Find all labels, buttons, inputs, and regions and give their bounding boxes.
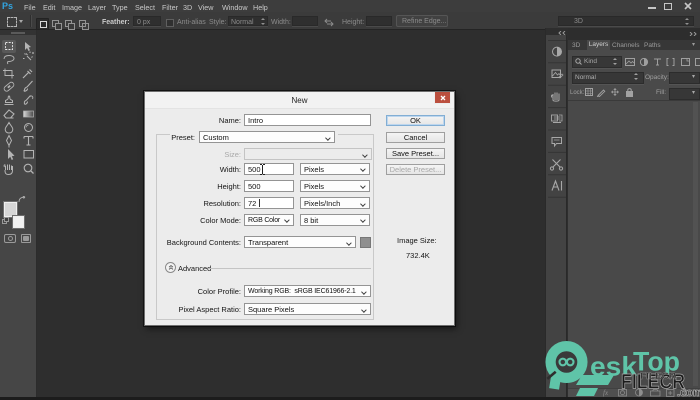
svg-text:.com: .com: [677, 387, 700, 399]
svg-text:FILECR: FILECR: [640, 371, 677, 381]
